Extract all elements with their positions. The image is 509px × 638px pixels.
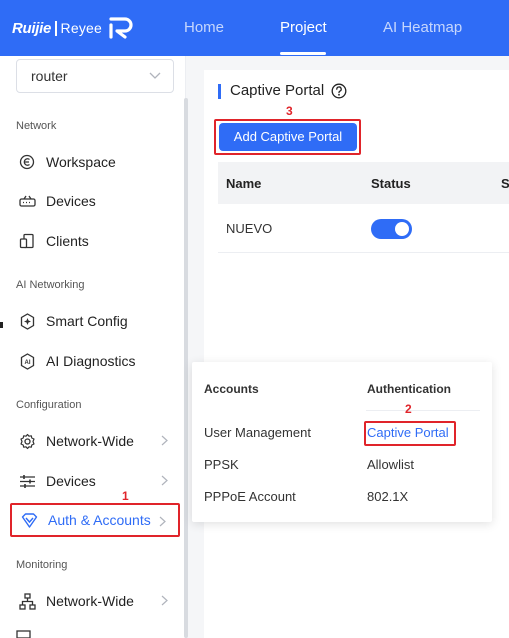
topology-icon [18, 592, 36, 610]
project-select-value: router [31, 68, 68, 84]
top-navbar: Ruijie Reyee Home Project AI Heatmap [0, 0, 509, 56]
table-header [218, 162, 509, 204]
help-icon[interactable] [331, 83, 347, 99]
flyout-header-authentication: Authentication [367, 382, 451, 396]
section-network: Network [16, 120, 57, 132]
sidebar-item-label: Devices [46, 193, 96, 209]
row-name-cell: NUEVO [226, 221, 273, 236]
sidebar-item-label: Network-Wide [46, 433, 134, 449]
page-title: Captive Portal [230, 82, 325, 99]
sidebar-item-smart-config[interactable]: Smart Config [10, 304, 180, 338]
product-name: Reyee [60, 20, 103, 36]
sidebar-item-auth-accounts[interactable]: Auth & Accounts [10, 503, 180, 537]
sidebar-scrollbar[interactable] [184, 98, 188, 638]
section-monitoring: Monitoring [16, 559, 68, 571]
menu-item-8021x[interactable]: 802.1X [367, 489, 408, 504]
sidebar-item-clients[interactable]: Clients [10, 224, 180, 258]
brand-name: Ruijie [12, 19, 52, 37]
sidebar-item-network-wide[interactable]: Network-Wide [10, 424, 180, 458]
sliders-icon [18, 472, 36, 490]
reyee-logo-icon [109, 17, 133, 39]
column-header-name[interactable]: Name [226, 176, 261, 191]
devices-icon [18, 192, 36, 210]
logo-separator [55, 20, 57, 36]
section-ai-networking: AI Networking [16, 279, 85, 291]
sidebar-item-monitoring-network-wide[interactable]: Network-Wide [10, 584, 180, 618]
row-divider [218, 252, 509, 253]
sidebar-item-label: Devices [46, 473, 96, 489]
nav-ai-heatmap[interactable]: AI Heatmap [383, 0, 462, 56]
step-marker-1: 1 [122, 489, 129, 503]
menu-item-captive-portal[interactable]: Captive Portal [367, 425, 449, 440]
menu-item-user-management[interactable]: User Management [204, 425, 311, 440]
chevron-right-icon [159, 516, 166, 527]
chevron-right-icon [161, 595, 168, 606]
edge-marker [0, 322, 3, 328]
column-header-partial[interactable]: S [501, 176, 509, 191]
ai-diagnostics-icon: AI [18, 352, 36, 370]
sidebar-item-label: AI Diagnostics [46, 353, 136, 369]
chevron-right-icon [161, 475, 168, 486]
menu-item-pppoe-account[interactable]: PPPoE Account [204, 489, 296, 504]
sidebar-item-label: Smart Config [46, 313, 128, 329]
brand-logo[interactable]: Ruijie Reyee [12, 14, 134, 42]
shield-icon [20, 511, 38, 529]
step-marker-3: 3 [286, 104, 293, 118]
sidebar-item-workspace[interactable]: Workspace [10, 145, 180, 179]
sidebar-item-devices[interactable]: Devices [10, 184, 180, 218]
smart-config-icon [18, 312, 36, 330]
svg-text:AI: AI [24, 360, 30, 366]
nav-home[interactable]: Home [184, 0, 224, 56]
chevron-down-icon [149, 72, 161, 79]
title-accent-bar [218, 84, 221, 99]
partial-menu-icon [16, 630, 31, 638]
menu-item-ppsk[interactable]: PPSK [204, 457, 239, 472]
nav-active-indicator [280, 52, 326, 55]
workspace-icon [18, 153, 36, 171]
flyout-header-accounts: Accounts [204, 382, 259, 396]
nav-project[interactable]: Project [280, 0, 327, 56]
chevron-right-icon [161, 435, 168, 446]
gear-icon [18, 432, 36, 450]
toggle-knob [395, 222, 409, 236]
step-marker-2: 2 [405, 402, 412, 416]
clients-icon [18, 232, 36, 250]
flyout-divider [366, 410, 480, 411]
sidebar-item-ai-diagnostics[interactable]: AI AI Diagnostics [10, 344, 180, 378]
sidebar-item-label: Network-Wide [46, 593, 134, 609]
add-captive-portal-button[interactable]: Add Captive Portal [219, 123, 357, 151]
sidebar-item-label: Workspace [46, 154, 116, 170]
menu-item-allowlist[interactable]: Allowlist [367, 457, 414, 472]
section-configuration: Configuration [16, 399, 82, 411]
sidebar-item-config-devices[interactable]: Devices [10, 464, 180, 498]
column-header-status[interactable]: Status [371, 176, 411, 191]
status-toggle[interactable] [371, 219, 412, 239]
content-card [204, 70, 509, 638]
project-select[interactable]: router [16, 59, 174, 93]
sidebar-item-label: Clients [46, 233, 89, 249]
sidebar-item-label: Auth & Accounts [48, 512, 151, 528]
